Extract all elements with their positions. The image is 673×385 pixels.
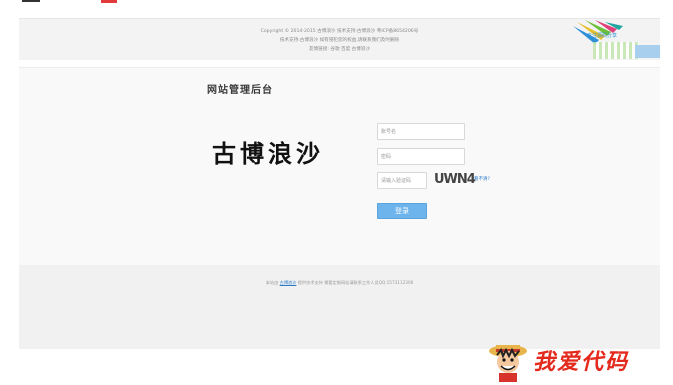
top-strip-accent	[101, 0, 117, 3]
credit-link[interactable]: 古博浪沙	[280, 280, 297, 285]
footer-support: 技术支持:古博浪沙 如有侵犯您的权益,请联系我们及时删除	[279, 38, 400, 43]
login-button[interactable]: 登录	[377, 203, 427, 219]
page-title: 网站管理后台	[207, 85, 273, 96]
watermark-text: 我爱代码	[533, 349, 630, 375]
captcha-text: UWN4	[434, 172, 476, 187]
credit-suffix: 提供技术支持 需要定制网站请联系工作人员QQ:1573112306	[297, 280, 414, 285]
top-strip-mark	[22, 0, 40, 2]
straw-hat-avatar-icon	[489, 345, 527, 382]
footer-friend-links[interactable]: 友情链接: 谷歌 百度 古博浪沙	[19, 47, 660, 53]
credit-prefix: 本站由	[265, 280, 279, 285]
captcha-input[interactable]	[377, 172, 427, 189]
top-strip	[0, 0, 673, 4]
footer-copyright: Copyright © 2014-2015 古博浪沙 技术支持:古博浪沙 粤IC…	[260, 29, 419, 34]
watermark: 我爱代码	[487, 338, 667, 384]
bottom-credits: 本站由 古博浪沙 提供技术支持 需要定制网站请联系工作人员QQ:15731123…	[19, 280, 660, 286]
logo-tagline: 专注源码分享	[587, 33, 618, 39]
login-panel: 网站管理后台 古博浪沙 UWN4 看不清? 登录	[19, 67, 660, 266]
site-footer-card: Copyright © 2014-2015 古博浪沙 技术支持:古博浪沙 粤IC…	[19, 18, 660, 60]
refresh-captcha-link[interactable]: 看不清?	[474, 176, 490, 182]
pixel-decoration	[593, 42, 639, 59]
bottom-footer: 本站由 古博浪沙 提供技术支持 需要定制网站请联系工作人员QQ:15731123…	[19, 265, 660, 349]
brand-logo: 古博浪沙	[212, 139, 324, 168]
blue-block	[635, 45, 660, 58]
share-logo: 专注源码分享	[571, 20, 663, 61]
password-input[interactable]	[377, 148, 465, 165]
username-input[interactable]	[377, 123, 465, 140]
captcha-image[interactable]: UWN4	[433, 171, 476, 189]
